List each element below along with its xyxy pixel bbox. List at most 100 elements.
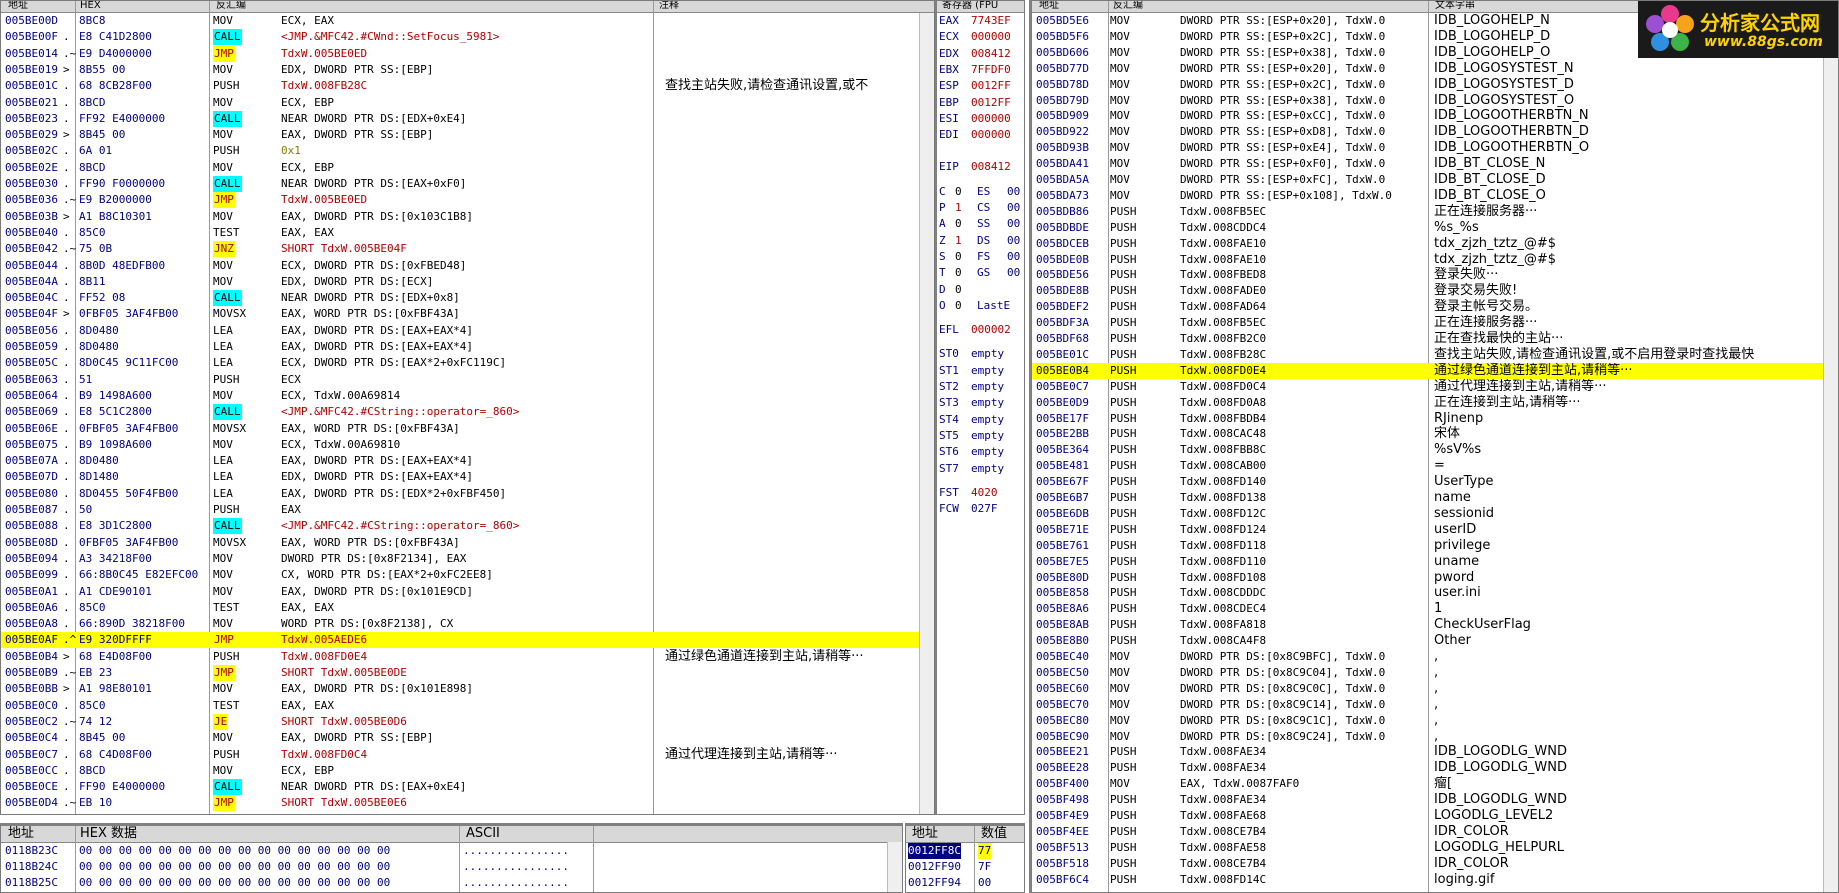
string-ref-row[interactable]: 005BDF68 PUSH TdxW.008FB2C0 正在查找最快的主站···	[1032, 331, 1838, 347]
flag-row[interactable]: A 0 SS 00	[937, 216, 1024, 232]
string-ref-row[interactable]: 005BD77D MOV DWORD PTR SS:[ESP+0x20], TdxW…	[1032, 61, 1838, 77]
eip-row[interactable]: EIP 008412	[937, 159, 1024, 175]
string-ref-row[interactable]: 005BF518 PUSH TdxW.008CE7B4 IDR_COLOR	[1032, 856, 1838, 872]
disasm-row[interactable]: 005BE07D. 8D1480 LEA EDX, DWORD PTR DS:[EAX…	[1, 469, 934, 485]
disasm-row[interactable]: 005BE0B9 .~ EB 23 JMP SHORT TdxW.005BE0DE	[1, 665, 934, 681]
string-ref-row[interactable]: 005BEE21 PUSH TdxW.008FAE34 IDB_LOGODLG_WND	[1032, 744, 1838, 760]
disasm-row[interactable]: 005BE075. B9 1098A600 MOV ECX, TdxW.00A6981…	[1, 437, 934, 453]
fpu-st-row[interactable]: ST6 empty	[937, 444, 1024, 460]
string-ref-row[interactable]: 005BD93B MOV DWORD PTR SS:[ESP+0xE4], TdxW…	[1032, 140, 1838, 156]
disasm-row[interactable]: 005BE0C0. 85C0 TEST EAX, EAX	[1, 698, 934, 714]
disasm-row[interactable]: 005BE04A. 8B11 MOV EDX, DWORD PTR DS:[ECX]	[1, 274, 934, 290]
string-ref-row[interactable]: 005BEC50 MOV DWORD PTR DS:[0x8C9C04], TdxW…	[1032, 665, 1838, 681]
string-ref-row[interactable]: 005BE6B7 PUSH TdxW.008FD138 name	[1032, 490, 1838, 506]
disasm-row[interactable]: 005BE04F >0FBF05 3AF4FB00 MOVSX EAX, WORD P…	[1, 306, 934, 322]
disasm-row[interactable]: 005BE0A8. 66:890D 38218F00 MOV WORD PTR DS:…	[1, 616, 934, 632]
disassembly-scrollbar[interactable]	[919, 13, 934, 814]
fpu-st-row[interactable]: ST1 empty	[937, 363, 1024, 379]
disasm-row[interactable]: 005BE0B4 >68 E4D08F00 PUSH TdxW.008FD0E4 通过绿…	[1, 649, 934, 665]
register-row[interactable]: EAX 7743EF	[937, 13, 1024, 29]
register-row[interactable]: EDI 000000	[937, 127, 1024, 143]
disassembly-pane[interactable]: 地址 HEX 反汇编 注释 005BE00D 8BC8 MOV ECX, EAX 005…	[0, 0, 935, 815]
register-row[interactable]: ESI 000000	[937, 111, 1024, 127]
disasm-row[interactable]: 005BE036 .~ E9 B2000000 JMP TdxW.005BE0ED	[1, 192, 934, 209]
register-row[interactable]: ESP 0012FF	[937, 78, 1024, 94]
string-ref-row[interactable]: 005BD78D MOV DWORD PTR SS:[ESP+0x2C], TdxW…	[1032, 77, 1838, 93]
disasm-row[interactable]: 005BE0C7. 68 C4D08F00 PUSH TdxW.008FD0C4 通过代…	[1, 747, 934, 763]
fpu-st-row[interactable]: ST3 empty	[937, 395, 1024, 411]
string-ref-row[interactable]: 005BE01C PUSH TdxW.008FB28C 查找主站失败,请检查通讯设置,…	[1032, 347, 1838, 363]
disasm-row[interactable]: 005BE0CE. FF90 E4000000 CALL NEAR DWORD PTR…	[1, 779, 934, 796]
register-row[interactable]: EDX 008412	[937, 46, 1024, 62]
disasm-row[interactable]: 005BE021. 8BCD MOV ECX, EBP	[1, 95, 934, 111]
fcw-row[interactable]: FCW 027F	[937, 501, 1024, 517]
string-ref-row[interactable]: 005BE8AB PUSH TdxW.008FA818 CheckUserFlag	[1032, 617, 1838, 633]
disasm-row[interactable]: 005BE080. 8D0455 50F4FB00 LEA EAX, DWORD PT…	[1, 486, 934, 502]
string-ref-row[interactable]: 005BDBDE PUSH TdxW.008CDDC4 %s_%s	[1032, 220, 1838, 236]
string-ref-row[interactable]: 005BE71E PUSH TdxW.008FD124 userID	[1032, 522, 1838, 538]
string-ref-row[interactable]: 005BDE0B PUSH TdxW.008FAE10 tdx_zjzh_tztz_@…	[1032, 252, 1838, 268]
string-ref-row[interactable]: 005BF4E9 PUSH TdxW.008FAE68 LOGODLG_LEVEL2	[1032, 808, 1838, 824]
disasm-row[interactable]: 005BE042 .~ 75 0B JNZ SHORT TdxW.005BE04F	[1, 241, 934, 258]
disasm-row[interactable]: 005BE0C4. 8B45 00 MOV EAX, DWORD PTR SS:[EB…	[1, 730, 934, 746]
disasm-row[interactable]: 005BE00F. E8 C41D2800 CALL <JMP.&MFC42.#CWn…	[1, 29, 934, 46]
dump-scrollbar[interactable]	[887, 842, 902, 892]
disasm-row[interactable]: 005BE03B > A1 B8C10301 MOV EAX, DWORD PTR DS…	[1, 209, 934, 225]
fpu-st-row[interactable]: ST5 empty	[937, 428, 1024, 444]
string-ref-row[interactable]: 005BE0C7 PUSH TdxW.008FD0C4 通过代理连接到主站,请稍等··…	[1032, 379, 1838, 395]
fpu-st-row[interactable]: ST4 empty	[937, 412, 1024, 428]
string-ref-row[interactable]: 005BEC90 MOV DWORD PTR DS:[0x8C9C24], TdxW…	[1032, 729, 1838, 745]
string-ref-row[interactable]: 005BEC80 MOV DWORD PTR DS:[0x8C9C1C], TdxW…	[1032, 713, 1838, 729]
string-ref-row[interactable]: 005BEC40 MOV DWORD PTR DS:[0x8C9BFC], TdxW…	[1032, 649, 1838, 665]
fpu-st-row[interactable]: ST0 empty	[937, 346, 1024, 362]
fpu-st-row[interactable]: ST7 empty	[937, 461, 1024, 477]
disasm-row[interactable]: 005BE05C. 8D0C45 9C11FC00 LEA ECX, DWORD PT…	[1, 355, 934, 371]
disasm-row[interactable]: 005BE029 >8B45 00 MOV EAX, DWORD PTR SS:[EB…	[1, 127, 934, 143]
disasm-row[interactable]: 005BE0A1. A1 CDE90101 MOV EAX, DWORD PTR DS…	[1, 584, 934, 600]
disasm-row[interactable]: 005BE00D 8BC8 MOV ECX, EAX	[1, 13, 934, 29]
string-ref-row[interactable]: 005BEC60 MOV DWORD PTR DS:[0x8C9C0C], TdxW…	[1032, 681, 1838, 697]
register-row[interactable]: ECX 000000	[937, 29, 1024, 45]
string-ref-row[interactable]: 005BDE8B PUSH TdxW.008FADE0 登录交易失败!	[1032, 283, 1838, 299]
strings-scrollbar[interactable]	[1823, 13, 1838, 892]
string-ref-row[interactable]: 005BDA41 MOV DWORD PTR SS:[ESP+0xF0], TdxW…	[1032, 156, 1838, 172]
string-ref-row[interactable]: 005BE8B0 PUSH TdxW.008CA4F8 Other	[1032, 633, 1838, 649]
string-ref-row[interactable]: 005BDE56 PUSH TdxW.008FBED8 登录失败···	[1032, 267, 1838, 283]
string-references-pane[interactable]: 地址 反汇编 文本字串 005BD5E6 MOV DWORD PTR SS:[ESP…	[1029, 0, 1839, 893]
disasm-row[interactable]: 005BE0D6>8B55 00MOVEDX, DWORD PTR SS:[EB…	[1, 812, 934, 814]
string-ref-row[interactable]: 005BD909 MOV DWORD PTR SS:[ESP+0xCC], TdxW…	[1032, 108, 1838, 124]
string-ref-row[interactable]: 005BD79D MOV DWORD PTR SS:[ESP+0x38], TdxW…	[1032, 93, 1838, 109]
register-row[interactable]: EBX 7FFDF0	[937, 62, 1024, 78]
flag-row[interactable]: C 0 ES 00	[937, 184, 1024, 200]
string-ref-row[interactable]: 005BF6C4 PUSH TdxW.008FD14C loging.gif	[1032, 872, 1838, 888]
stack-row[interactable]: 0012FF8C 77	[906, 843, 1024, 859]
flag-row[interactable]: D0	[937, 282, 1024, 298]
disasm-row[interactable]: 005BE094. A3 34218F00 MOV DWORD PTR DS:[0x8…	[1, 551, 934, 567]
disasm-row[interactable]: 005BE0D4 .~ EB 10 JMP SHORT TdxW.005BE0E6	[1, 795, 934, 812]
disasm-row[interactable]: 005BE07A. 8D0480 LEA EAX, DWORD PTR DS:[EAX…	[1, 453, 934, 469]
efl-row[interactable]: EFL 000002	[937, 322, 1024, 338]
string-ref-row[interactable]: 005BDA5A MOV DWORD PTR SS:[ESP+0xFC], TdxW…	[1032, 172, 1838, 188]
flag-row[interactable]: S 0 FS 00	[937, 249, 1024, 265]
disasm-row[interactable]: 005BE040. 85C0 TEST EAX, EAX	[1, 225, 934, 241]
disasm-row[interactable]: 005BE099. 66:8B0C45 E82EFC00 MOV CX, WORD P…	[1, 567, 934, 583]
disasm-row[interactable]: 005BE02E. 8BCD MOV ECX, EBP	[1, 160, 934, 176]
string-ref-row[interactable]: 005BDA73 MOV DWORD PTR SS:[ESP+0x108], Tdx…	[1032, 188, 1838, 204]
string-ref-row[interactable]: 005BE2BB PUSH TdxW.008CAC48 宋体	[1032, 426, 1838, 442]
disasm-row[interactable]: 005BE059. 8D0480 LEA EAX, DWORD PTR DS:[EAX…	[1, 339, 934, 355]
flag-row[interactable]: O 0 LastE	[937, 298, 1024, 314]
register-row[interactable]: EBP 0012FF	[937, 95, 1024, 111]
disasm-row[interactable]: 005BE0C2 .~ 74 12 JE SHORT TdxW.005BE0D6	[1, 713, 934, 730]
string-ref-row[interactable]: 005BEC70 MOV DWORD PTR DS:[0x8C9C14], TdxW…	[1032, 697, 1838, 713]
disasm-row[interactable]: 005BE0AF .^ E9 320DFFFF JMP TdxW.005AEDE6	[1, 632, 934, 649]
disasm-row[interactable]: 005BE044. 8B0D 48EDFB00 MOV ECX, DWORD PTR …	[1, 258, 934, 274]
fpu-st-row[interactable]: ST2 empty	[937, 379, 1024, 395]
string-ref-row[interactable]: 005BE8A6 PUSH TdxW.008CDEC4 1	[1032, 601, 1838, 617]
string-ref-row[interactable]: 005BEE28 PUSH TdxW.008FAE34 IDB_LOGODLG_WND	[1032, 760, 1838, 776]
string-ref-row[interactable]: 005BD922 MOV DWORD PTR SS:[ESP+0xD8], TdxW…	[1032, 124, 1838, 140]
disasm-row[interactable]: 005BE04C. FF52 08 CALL NEAR DWORD PTR DS:[E…	[1, 290, 934, 307]
disasm-row[interactable]: 005BE06E. 0FBF05 3AF4FB00 MOVSX EAX, WORD P…	[1, 421, 934, 437]
string-ref-row[interactable]: 005BE6DB PUSH TdxW.008FD12C sessionid	[1032, 506, 1838, 522]
flag-row[interactable]: T 0 GS 00	[937, 265, 1024, 281]
string-ref-row[interactable]: 005BDF3A PUSH TdxW.008FB5EC 正在连接服务器···	[1032, 315, 1838, 331]
